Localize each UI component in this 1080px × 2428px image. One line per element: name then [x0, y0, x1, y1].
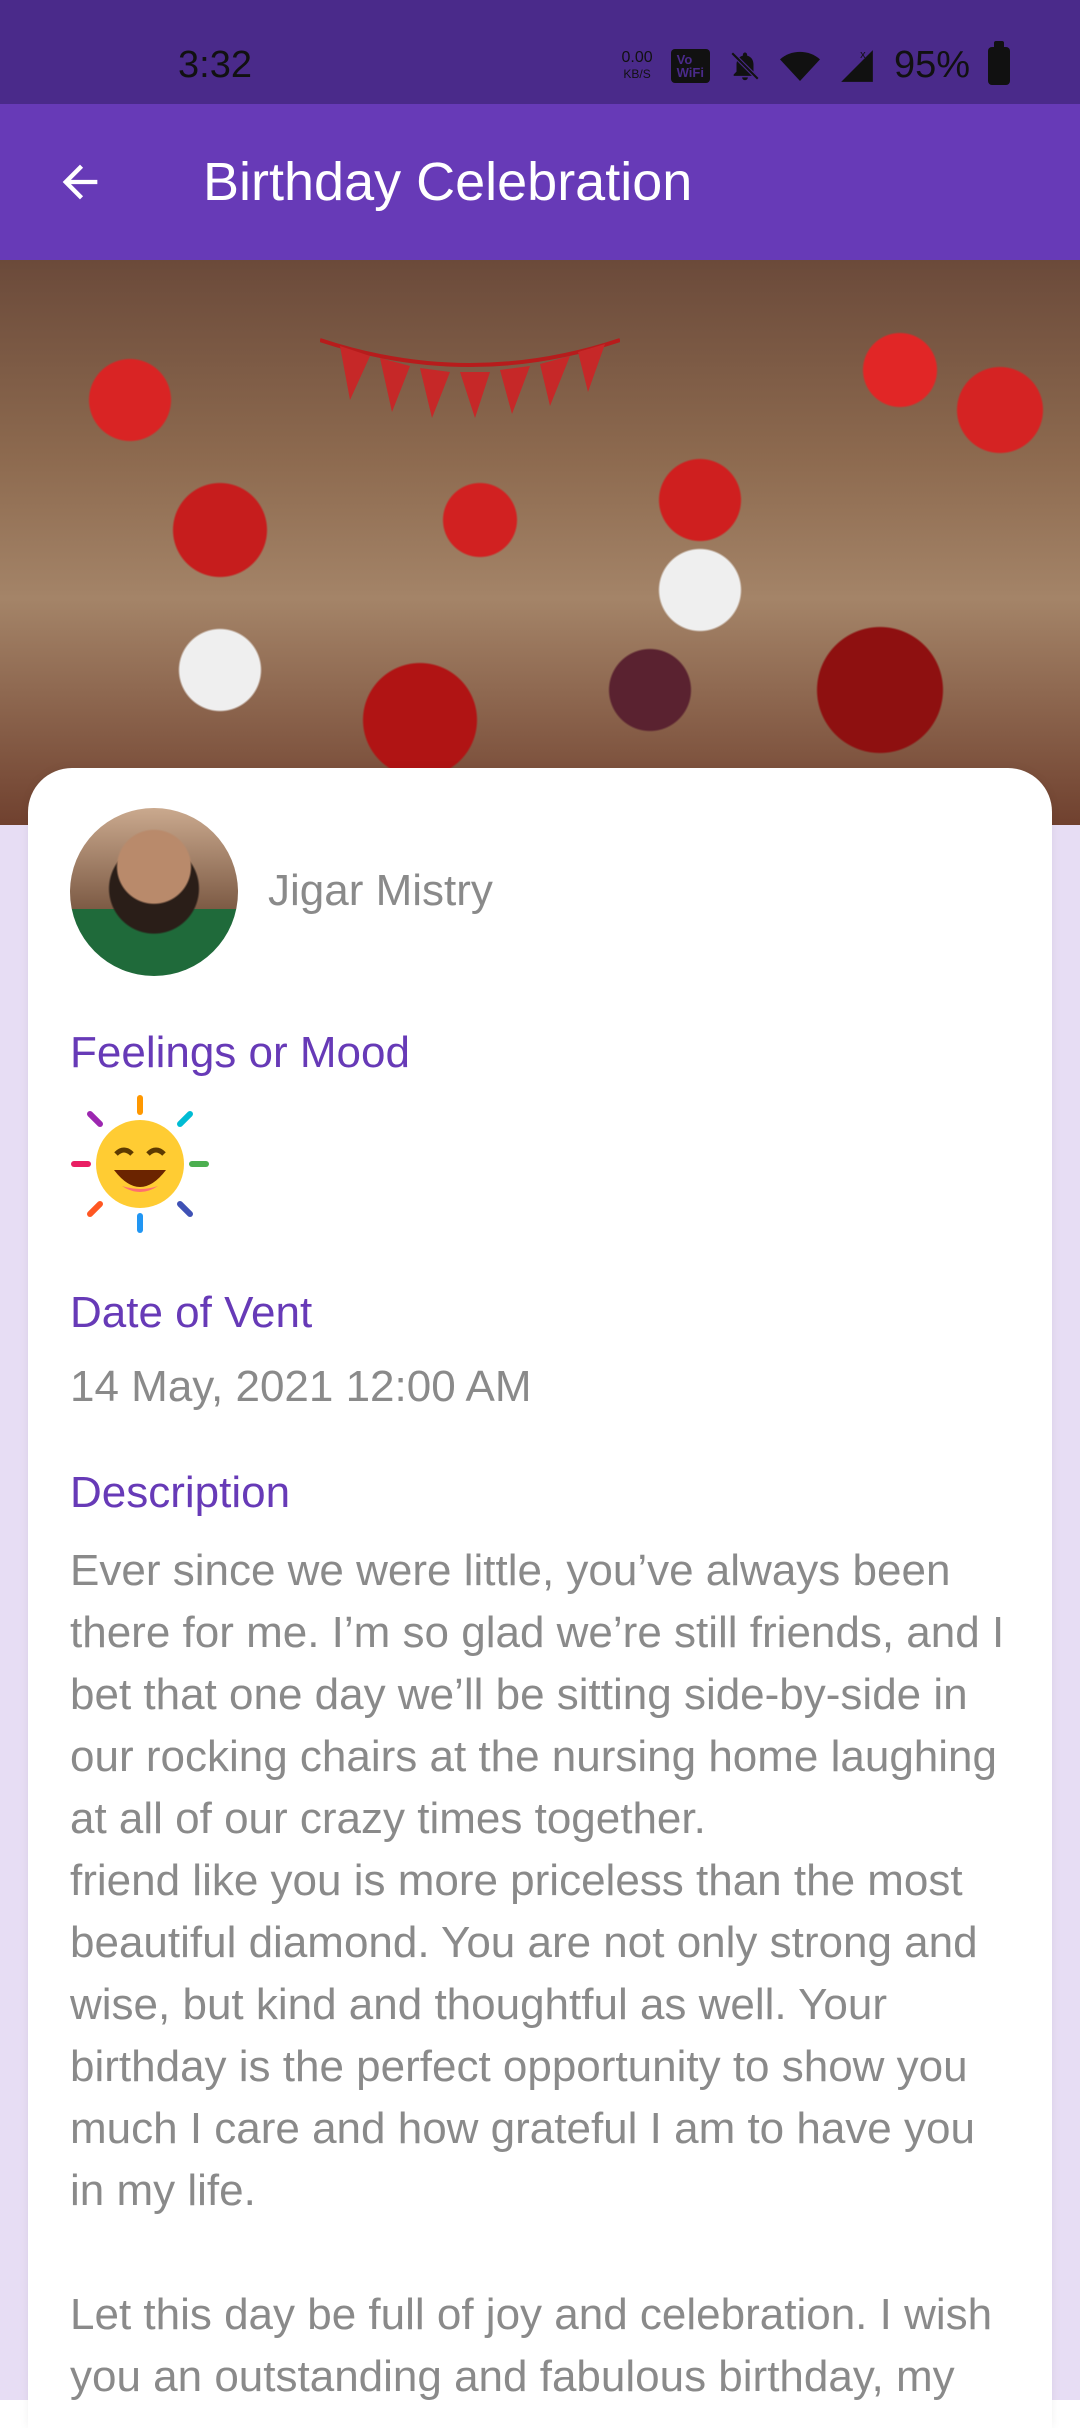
vowifi-icon: Vo WiFi — [670, 48, 710, 83]
description-text: Ever since we were little, you’ve always… — [70, 1546, 1005, 2401]
celebrating-face-icon — [71, 1095, 209, 1233]
date-value: 14 May, 2021 12:00 AM — [70, 1362, 532, 1411]
network-speed-value: 0.00 — [621, 48, 653, 66]
svg-text:x: x — [860, 49, 866, 61]
vowifi-bottom: WiFi — [676, 64, 704, 80]
arrow-left-icon — [62, 164, 98, 200]
feelings-label: Feelings or Mood — [70, 1028, 410, 1077]
description-label: Description — [70, 1468, 291, 1517]
image-carousel[interactable] — [0, 260, 1080, 994]
status-time: 3:32 — [178, 44, 252, 86]
network-speed: 0.00 KB/S — [621, 48, 653, 82]
author-name: Jigar Mistry — [268, 866, 493, 915]
status-bar: 3:32 0.00 KB/S Vo WiFi x 95% — [0, 0, 1080, 104]
page-title: Birthday Celebration — [203, 152, 693, 212]
status-icons: 0.00 KB/S Vo WiFi x 95% — [621, 40, 1010, 87]
network-speed-unit: KB/S — [623, 66, 651, 81]
back-button[interactable] — [40, 142, 120, 222]
date-label: Date of Vent — [70, 1288, 313, 1337]
vowifi-top: Vo — [676, 51, 693, 67]
battery-percent: 95% — [893, 44, 970, 86]
battery-icon — [988, 40, 1010, 85]
app-bar: Birthday Celebration — [0, 104, 1080, 260]
banner-pennant-decoration — [320, 338, 620, 418]
cell-signal-icon: x — [841, 49, 873, 82]
wifi-icon — [779, 51, 820, 81]
avatar — [70, 808, 238, 976]
bell-off-icon — [730, 51, 760, 80]
